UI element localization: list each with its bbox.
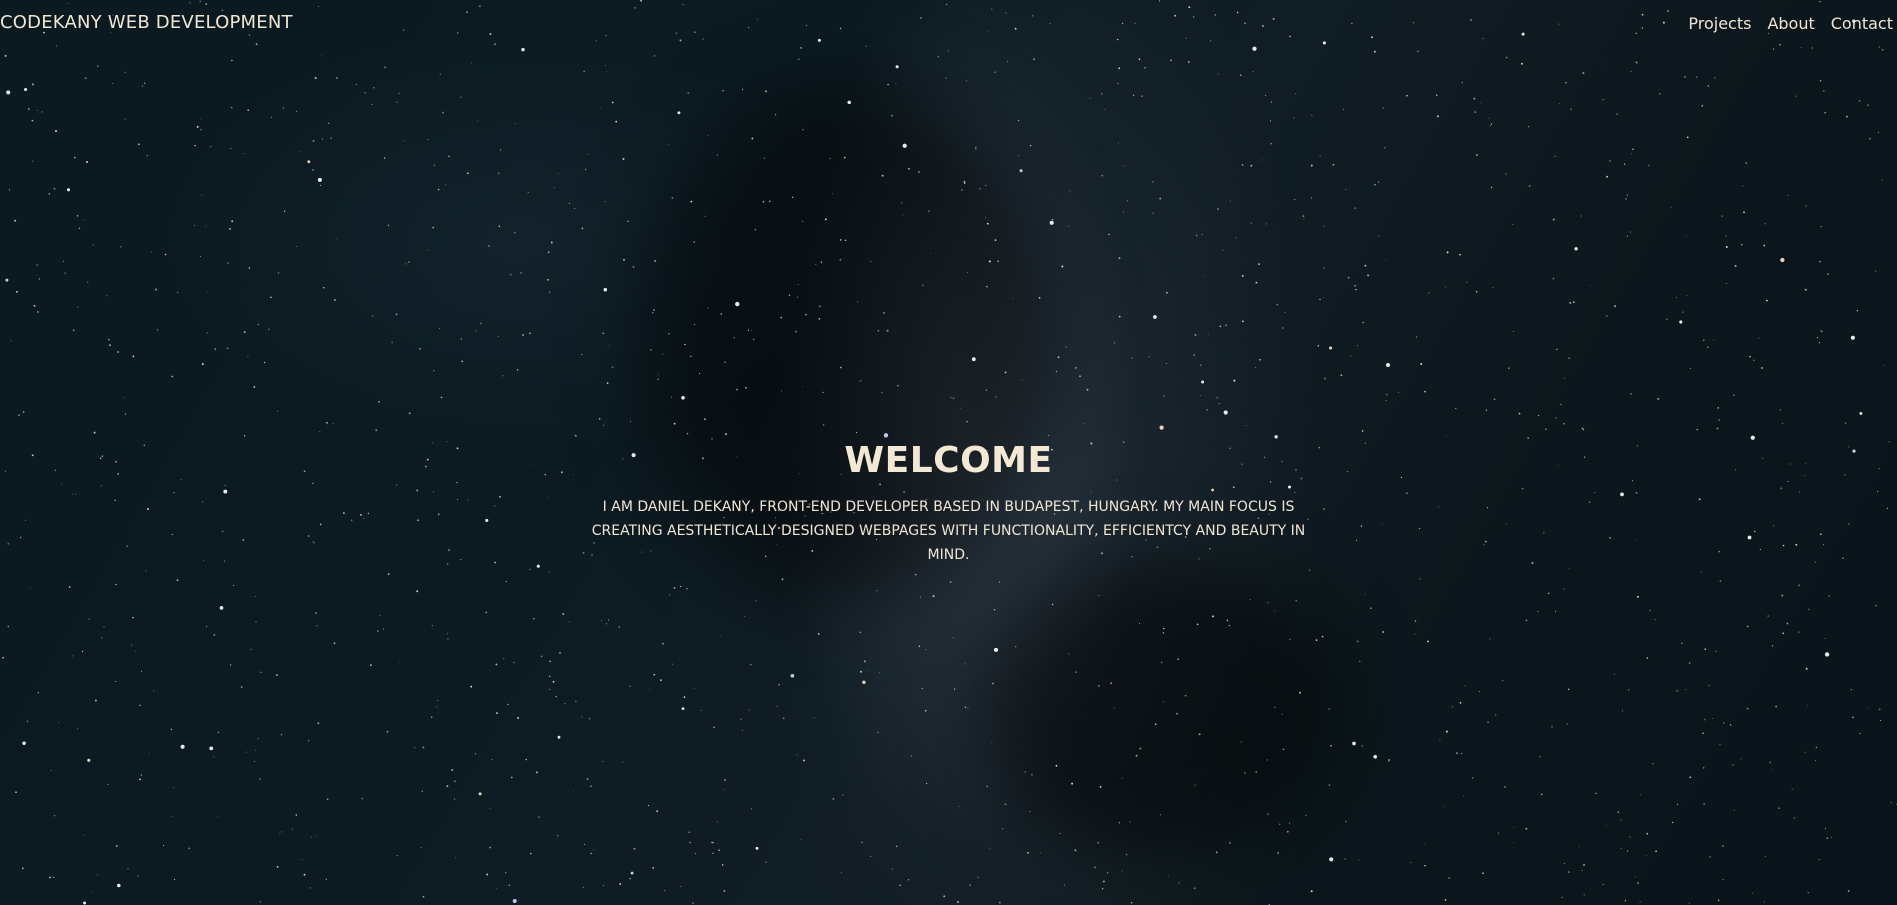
nav-link-contact[interactable]: Contact <box>1831 14 1893 33</box>
nebula-dark-band-lower <box>980 560 1340 860</box>
top-bar: CODEKANY WEB DEVELOPMENT Projects About … <box>0 0 1897 50</box>
hero-title: WELCOME <box>844 440 1053 481</box>
nav-link-about[interactable]: About <box>1767 14 1814 33</box>
main-nav: Projects About Contact <box>1688 14 1893 33</box>
page: CODEKANY WEB DEVELOPMENT Projects About … <box>0 0 1897 905</box>
hero-intro-text: I AM DANIEL DEKANY, FRONT-END DEVELOPER … <box>591 499 1306 563</box>
nav-link-projects[interactable]: Projects <box>1688 14 1751 33</box>
site-logo-text[interactable]: CODEKANY WEB DEVELOPMENT <box>0 12 293 33</box>
hero-section: WELCOME I AM DANIEL DEKANY, FRONT-END DE… <box>0 440 1897 567</box>
